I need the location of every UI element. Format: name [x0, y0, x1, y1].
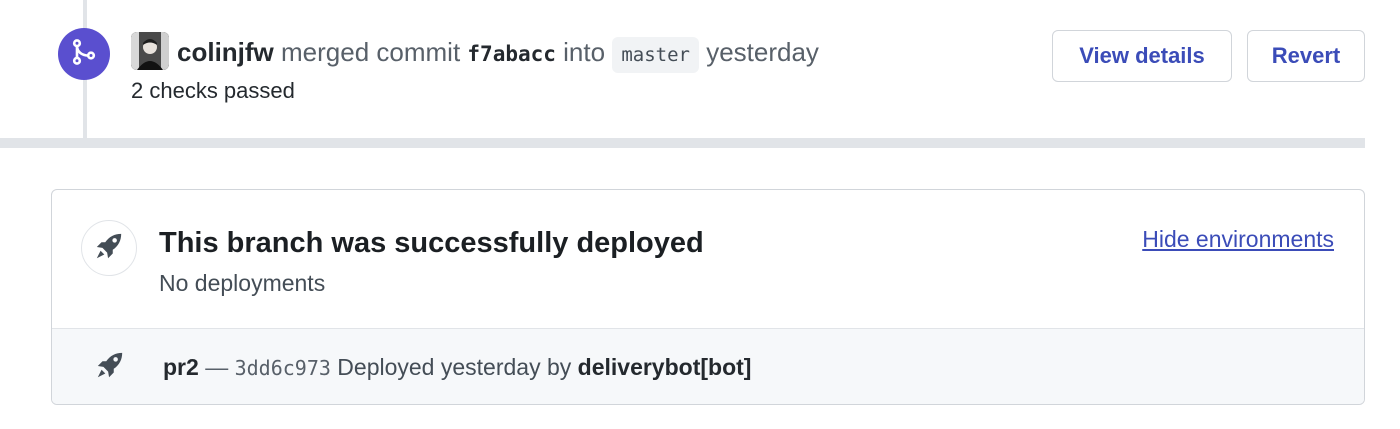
deployer-link[interactable]: deliverybot[bot]	[578, 354, 752, 380]
row-separator: —	[205, 354, 229, 380]
avatar[interactable]	[131, 32, 169, 70]
deployment-title: This branch was successfully deployed	[159, 227, 704, 259]
deployment-row-text: pr2 — 3dd6c973 Deployed yesterday by del…	[163, 351, 751, 384]
revert-button[interactable]: Revert	[1247, 30, 1365, 82]
merge-badge	[58, 28, 110, 80]
view-details-button[interactable]: View details	[1052, 30, 1232, 82]
commit-sha-link[interactable]: f7abacc	[467, 42, 556, 66]
merge-verb: merged commit	[281, 37, 461, 67]
deployment-sha-link[interactable]: 3dd6c973	[235, 356, 331, 380]
deployment-row: pr2 — 3dd6c973 Deployed yesterday by del…	[52, 329, 1364, 404]
merge-preposition: into	[563, 37, 606, 67]
rocket-badge	[81, 220, 137, 276]
merge-description: colinjfw merged commit f7abacc into mast…	[177, 32, 819, 75]
merge-event: colinjfw merged commit f7abacc into mast…	[0, 0, 1400, 138]
hide-environments-link[interactable]: Hide environments	[1142, 224, 1334, 254]
rocket-icon	[94, 231, 124, 266]
timeline-divider	[0, 138, 1365, 148]
merge-time[interactable]: yesterday	[706, 37, 819, 67]
deployment-subtitle: No deployments	[159, 270, 326, 296]
git-merge-icon	[70, 38, 98, 71]
environment-name[interactable]: pr2	[163, 354, 199, 380]
actor-link[interactable]: colinjfw	[177, 37, 274, 67]
branch-name[interactable]: master	[612, 37, 699, 73]
deployment-header: This branch was successfully deployed No…	[52, 190, 1364, 329]
checks-status[interactable]: 2 checks passed	[131, 76, 295, 106]
rocket-icon	[93, 348, 127, 382]
deployment-box: This branch was successfully deployed No…	[51, 189, 1365, 405]
deployment-status: Deployed yesterday by	[337, 354, 572, 380]
